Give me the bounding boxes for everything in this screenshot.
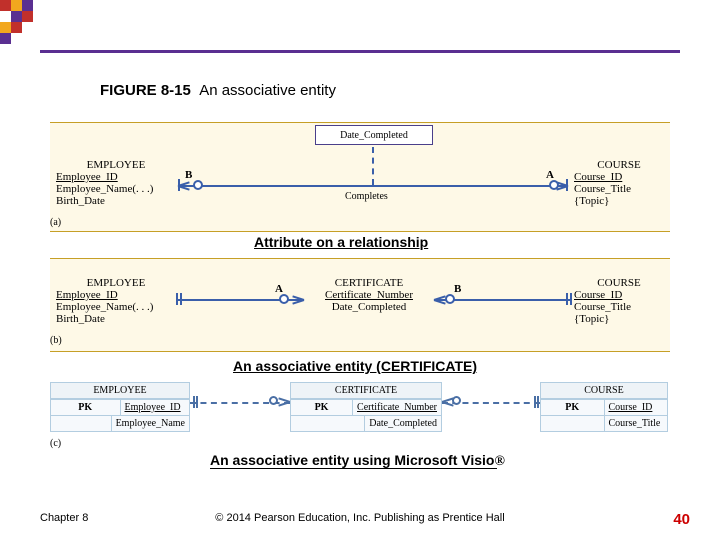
diagram-b: A B EMPLOYEE Employee_ID Employee_Name(.… [50, 258, 670, 352]
certificate-attr: Date_Completed [332, 301, 407, 313]
certificate-pk: Certificate_Number [325, 289, 413, 301]
logo-icon [0, 0, 44, 44]
employee-pk: Employee_ID [125, 402, 181, 413]
diagrams: Date_Completed A B Completes EMPLOYEE Em… [50, 122, 670, 454]
crowfoot [434, 299, 446, 301]
dashed-link [372, 147, 374, 185]
rel-attr-box: Date_Completed [315, 125, 433, 145]
tick [537, 396, 539, 408]
course-entity: COURSE Course_ID Course_Title {Topic} [574, 159, 664, 207]
end-label-b: B [185, 169, 192, 181]
rel-name: Completes [345, 191, 388, 202]
entity-name: EMPLOYEE [51, 383, 189, 399]
visio-course: COURSE PK Course_ID Course_Title [540, 382, 668, 432]
ring-icon [279, 294, 289, 304]
pk-label: PK [51, 399, 121, 415]
pk-label: PK [541, 399, 605, 415]
header-rule [40, 50, 680, 53]
caption-c-underline [210, 468, 497, 469]
employee-attr: Employee_Name [112, 415, 189, 431]
certificate-attr: Date_Completed [365, 415, 441, 431]
ring-icon [445, 294, 455, 304]
tick [570, 293, 572, 305]
copyright: © 2014 Pearson Education, Inc. Publishin… [0, 512, 720, 524]
visio-certificate: CERTIFICATE PK Certificate_Number Date_Co… [290, 382, 442, 432]
caption-b: An associative entity (CERTIFICATE) [233, 358, 477, 374]
certificate-pk: Certificate_Number [357, 402, 437, 413]
page-number: 40 [673, 511, 690, 528]
diagram-a-tag: (a) [50, 217, 61, 228]
course-attr: Course_Title [605, 415, 668, 431]
tick [534, 396, 536, 408]
employee-entity: EMPLOYEE Employee_ID Employee_Name(. . .… [56, 159, 176, 207]
end-label-a: A [275, 283, 283, 295]
visio-employee: EMPLOYEE PK Employee_ID Employee_Name [50, 382, 190, 432]
ring-icon [549, 180, 559, 190]
diagram-a: Date_Completed A B Completes EMPLOYEE Em… [50, 122, 670, 232]
tick [566, 293, 568, 305]
entity-name: CERTIFICATE [308, 277, 430, 289]
figure-label: FIGURE 8-15 [100, 82, 191, 99]
course-pk: Course_ID [609, 402, 653, 413]
course-attr: {Topic} [574, 313, 609, 325]
tick [176, 293, 178, 305]
employee-attr: Birth_Date [56, 195, 105, 207]
entity-name: CERTIFICATE [291, 383, 441, 399]
ring-icon [193, 180, 203, 190]
course-pk: Course_ID [574, 171, 622, 183]
diagram-c: EMPLOYEE PK Employee_ID Employee_Name CER… [50, 376, 670, 454]
tick [196, 396, 198, 408]
crowfoot [292, 299, 304, 301]
course-attr: Course_Title [574, 301, 631, 313]
course-entity: COURSE Course_ID Course_Title {Topic} [574, 277, 664, 325]
diagram-c-tag: (c) [50, 438, 61, 449]
tick [193, 396, 195, 408]
entity-name: EMPLOYEE [56, 277, 176, 289]
course-attr: {Topic} [574, 195, 609, 207]
entity-name: COURSE [574, 159, 664, 171]
certificate-entity: CERTIFICATE Certificate_Number Date_Comp… [308, 277, 430, 313]
employee-attr: Birth_Date [56, 313, 105, 325]
caption-a: Attribute on a relationship [254, 234, 428, 250]
entity-name: COURSE [541, 383, 667, 399]
entity-name: EMPLOYEE [56, 159, 176, 171]
course-attr: Course_Title [574, 183, 631, 195]
figure-name: An associative entity [199, 82, 336, 99]
employee-entity: EMPLOYEE Employee_ID Employee_Name(. . .… [56, 277, 176, 325]
employee-pk: Employee_ID [56, 171, 118, 183]
end-label-b: B [454, 283, 461, 295]
tick [566, 179, 568, 191]
employee-pk: Employee_ID [56, 289, 118, 301]
employee-attr: Employee_Name(. . .) [56, 301, 153, 313]
entity-name: COURSE [574, 277, 664, 289]
tick [178, 179, 180, 191]
tick [180, 293, 182, 305]
course-pk: Course_ID [574, 289, 622, 301]
rel-line [180, 185, 568, 187]
figure-title: FIGURE 8-15 An associative entity [100, 82, 336, 99]
pk-label: PK [291, 399, 353, 415]
end-label-a: A [546, 169, 554, 181]
employee-attr: Employee_Name(. . .) [56, 183, 153, 195]
diagram-b-tag: (b) [50, 335, 62, 346]
ring-icon [269, 396, 278, 405]
